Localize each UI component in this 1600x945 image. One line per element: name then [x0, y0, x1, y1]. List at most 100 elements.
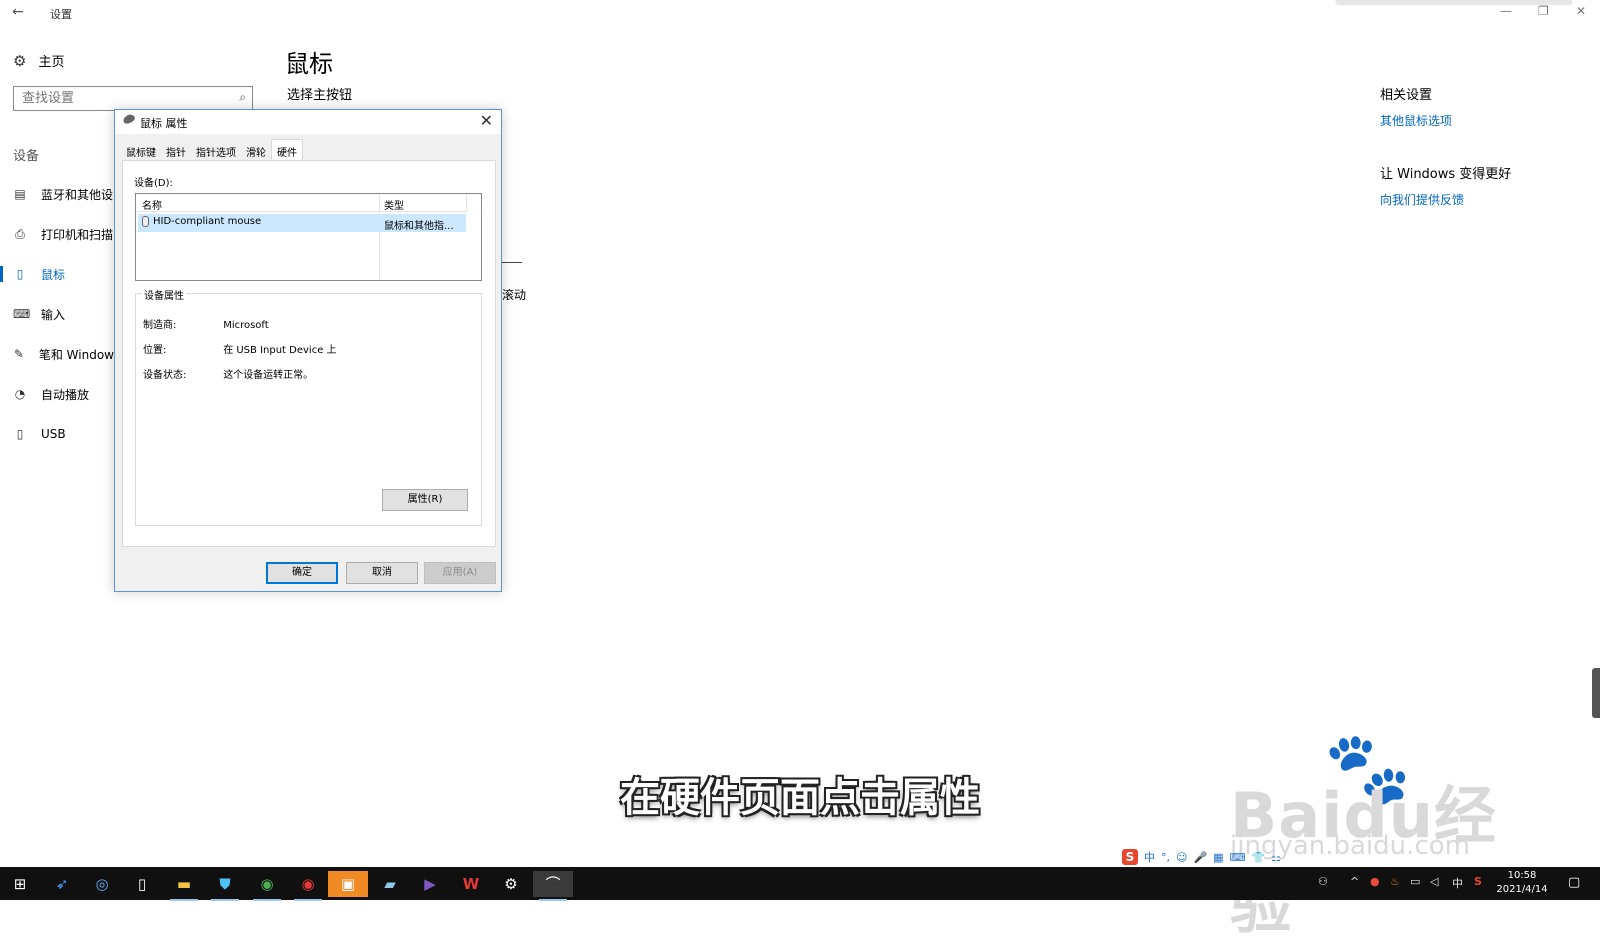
device-type: 鼠标和其他指... — [384, 221, 454, 232]
skin-icon[interactable]: 👕 — [1251, 851, 1265, 864]
punctuation-icon[interactable]: °, — [1161, 851, 1170, 864]
orange-app-icon[interactable]: ▣ — [328, 871, 368, 897]
ime-toolbar: S 中 °, ☺ 🎤 ▦ ⌨ 👕 ⚏ — [1122, 848, 1281, 866]
sidebar-item-usb[interactable]: ▯ USB — [0, 414, 114, 454]
mouse-properties-icon[interactable]: ⌒ — [533, 871, 573, 901]
sidebar-item-bluetooth[interactable]: ▤ 蓝牙和其他设 — [0, 174, 114, 214]
give-feedback-link[interactable]: 向我们提供反馈 — [1380, 191, 1511, 208]
windows-start-icon[interactable]: ⊞ — [0, 871, 40, 897]
device-list[interactable]: 名称 类型 HID-compliant mouse 鼠标和其他指... — [135, 193, 482, 281]
tab-pointers[interactable]: 指针 — [161, 141, 191, 160]
property-manufacturer: 制造商: Microsoft — [143, 316, 269, 331]
network-icon[interactable]: ▭ — [1410, 875, 1420, 888]
watermark: 🐾 Baidu经验 jingyan.baidu.com — [1220, 725, 1520, 942]
close-icon[interactable]: ✕ — [1576, 4, 1586, 18]
sidebar-item-printers[interactable]: ⎙ 打印机和扫描 — [0, 214, 114, 254]
sidebar-item-label: 鼠标 — [41, 267, 66, 282]
close-icon[interactable]: ✕ — [480, 111, 493, 130]
media-player-icon[interactable]: ▶ — [410, 871, 450, 897]
wps-icon[interactable]: W — [451, 871, 491, 897]
ime-mode[interactable]: 中 — [1144, 849, 1155, 865]
property-status: 设备状态: 这个设备运转正常。 — [143, 366, 313, 381]
ok-button[interactable]: 确定 — [266, 562, 338, 584]
sidebar-item-pen[interactable]: ✎ 笔和 Window — [0, 334, 114, 374]
cancel-button[interactable]: 取消 — [346, 562, 418, 584]
property-value: Microsoft — [223, 320, 269, 331]
input-language[interactable]: 中 — [1452, 875, 1463, 891]
voice-icon[interactable]: 🎤 — [1193, 851, 1207, 864]
keyboard-icon[interactable]: ⌨ — [1230, 851, 1246, 864]
antivirus-icon[interactable]: ● — [1370, 875, 1380, 888]
property-key: 设备状态: — [143, 370, 187, 381]
home-label: 主页 — [38, 55, 65, 70]
device-properties-group: 设备属性 制造商: Microsoft 位置: 在 USB Input Devi… — [135, 287, 482, 526]
column-divider — [379, 194, 380, 280]
property-key: 制造商: — [143, 320, 177, 331]
dialog-title: 鼠标 属性 — [140, 117, 188, 130]
tab-wheel[interactable]: 滑轮 — [241, 141, 271, 160]
mouse-properties-dialog: 鼠标 属性 ✕ 鼠标键 指针 指针选项 滑轮 硬件 设备(D): 名称 类型 H… — [114, 109, 502, 592]
side-handle[interactable] — [1592, 668, 1600, 718]
search-box[interactable]: ⌕ — [13, 86, 253, 111]
devices-label: 设备(D): — [134, 178, 173, 189]
sidebar-item-typing[interactable]: ⌨ 输入 — [0, 294, 114, 334]
emoji-icon[interactable]: ☺ — [1176, 851, 1187, 864]
make-windows-better: 让 Windows 变得更好 向我们提供反馈 — [1380, 163, 1511, 208]
sidebar-item-label: USB — [41, 427, 66, 441]
sidebar-item-label: 自动播放 — [41, 387, 90, 402]
volume-icon[interactable]: ◁ — [1430, 875, 1438, 888]
printer-icon: ⎙ — [15, 226, 25, 241]
sidebar-item-autoplay[interactable]: ◔ 自动播放 — [0, 374, 114, 414]
dialog-titlebar[interactable]: 鼠标 属性 ✕ — [115, 110, 501, 134]
primary-button-heading: 选择主按钮 — [287, 88, 353, 103]
flame-icon[interactable]: ♨ — [1390, 875, 1400, 888]
restore-icon[interactable]: ❐ — [1538, 4, 1549, 18]
chrome-profile-icon[interactable]: ◉ — [288, 871, 328, 901]
grid-icon[interactable]: ⚏ — [1271, 851, 1281, 864]
action-center-icon[interactable]: ▢ — [1568, 875, 1580, 890]
minimize-icon[interactable]: — — [1500, 4, 1512, 18]
home-link[interactable]: ⚙ 主页 — [13, 51, 65, 71]
file-explorer-icon[interactable]: ▬ — [164, 871, 204, 901]
settings-gear-icon[interactable]: ⚙ — [491, 871, 531, 897]
dialog-tabs: 鼠标键 指针 指针选项 滑轮 硬件 — [121, 139, 303, 161]
sidebar-item-label: 蓝牙和其他设 — [41, 187, 114, 202]
toolbox-icon[interactable]: ▦ — [1213, 851, 1223, 864]
property-location: 位置: 在 USB Input Device 上 — [143, 341, 337, 356]
usb-icon: ▯ — [16, 427, 24, 441]
file-icon[interactable]: ▯ — [122, 871, 162, 897]
browser-s-icon[interactable]: ◎ — [82, 871, 122, 897]
search-icon[interactable]: ⌕ — [239, 90, 246, 105]
notes-app-icon[interactable]: ▰ — [370, 871, 410, 897]
window-title: 设置 — [50, 8, 72, 21]
clock[interactable]: 10:58 2021/4/14 — [1492, 869, 1552, 897]
people-icon[interactable]: ⚇ — [1318, 875, 1328, 888]
properties-button[interactable]: 属性(R) — [382, 489, 468, 511]
tab-pointer-options[interactable]: 指针选项 — [191, 141, 241, 160]
chevron-up-icon[interactable]: ^ — [1350, 875, 1359, 888]
sidebar-item-mouse[interactable]: ▯ 鼠标 — [0, 254, 114, 294]
apply-button[interactable]: 应用(A) — [424, 562, 496, 584]
sidebar-nav: ▤ 蓝牙和其他设 ⎙ 打印机和扫描 ▯ 鼠标 ⌨ 输入 ✎ 笔和 Window … — [0, 174, 114, 454]
page-title: 鼠标 — [285, 50, 333, 78]
tab-buttons[interactable]: 鼠标键 — [121, 141, 161, 160]
arrow-left-icon[interactable]: ← — [12, 4, 24, 20]
sidebar-item-label: 笔和 Window — [38, 347, 114, 362]
taskbar: ⊞ ➶ ◎ ▯ ▬ ⛊ ◉ ◉ ▣ ▰ ▶ W ⚙ ⌒ ⚇ ^ ● ♨ ▭ ◁ … — [0, 867, 1600, 901]
sogou-logo-icon[interactable]: S — [1122, 849, 1138, 865]
sidebar-item-label: 输入 — [41, 307, 66, 322]
autoplay-icon: ◔ — [14, 387, 26, 401]
security-shield-icon[interactable]: ⛊ — [205, 871, 245, 901]
tab-hardware[interactable]: 硬件 — [271, 139, 303, 160]
make-windows-better-heading: 让 Windows 变得更好 — [1380, 167, 1512, 182]
chrome-icon[interactable]: ◉ — [247, 871, 287, 901]
table-row[interactable]: HID-compliant mouse 鼠标和其他指... — [138, 214, 466, 232]
search-input[interactable] — [14, 87, 214, 110]
clock-time: 10:58 — [1507, 870, 1537, 881]
column-header-name[interactable]: 名称 — [142, 197, 162, 212]
column-header-type[interactable]: 类型 — [384, 197, 404, 212]
sogou-tray-icon[interactable]: S — [1474, 875, 1482, 888]
mouse-icon: ▯ — [16, 267, 24, 281]
additional-mouse-options-link[interactable]: 其他鼠标选项 — [1380, 112, 1452, 129]
feather-app-icon[interactable]: ➶ — [42, 871, 82, 897]
